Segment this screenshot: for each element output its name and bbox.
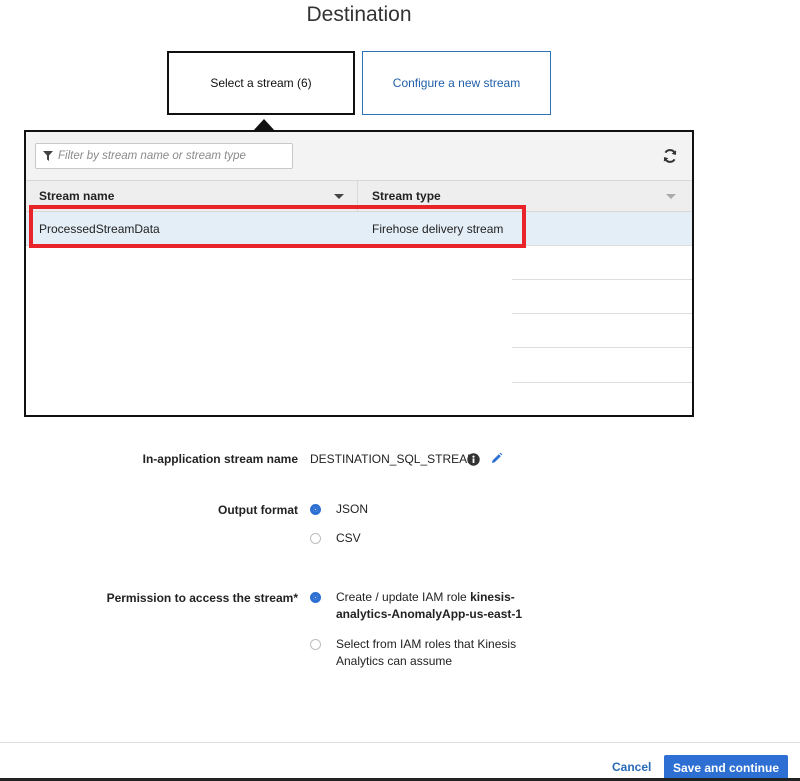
stream-name-value: DESTINATION_SQL_STREAM: [310, 452, 478, 466]
select-stream-tab[interactable]: Select a stream (6): [167, 51, 355, 115]
row-divider: [512, 279, 692, 280]
iam-role-name: analytics-AnomalyApp-us-east-1: [336, 607, 523, 621]
permission-select-text: Select from IAM roles that Kinesis: [336, 637, 517, 651]
column-header-label: Stream type: [372, 189, 441, 203]
iam-role-name: kinesis-: [470, 590, 515, 604]
output-json-label[interactable]: JSON: [336, 501, 368, 518]
page-title: Destination: [306, 3, 412, 26]
filter-input[interactable]: [58, 150, 278, 162]
stream-name-label: In-application stream name: [142, 452, 298, 466]
output-csv-label[interactable]: CSV: [336, 530, 361, 547]
output-format-label: Output format: [218, 503, 298, 517]
refresh-icon[interactable]: [662, 148, 678, 164]
row-divider: [512, 313, 692, 314]
edit-pencil-icon[interactable]: [490, 452, 503, 465]
column-header-label: Stream name: [39, 189, 115, 203]
highlight-annotation: [29, 205, 526, 248]
permission-select-text: Analytics can assume: [336, 654, 453, 668]
panel-toolbar: [26, 132, 692, 180]
cancel-button[interactable]: Cancel: [612, 760, 651, 774]
permission-create-radio[interactable]: [310, 592, 321, 603]
output-json-radio[interactable]: [310, 504, 321, 515]
permission-label: Permission to access the stream*: [106, 591, 298, 605]
row-divider: [512, 382, 692, 383]
permission-select-radio[interactable]: [310, 639, 321, 650]
sort-caret-icon: [666, 194, 676, 199]
row-divider: [512, 347, 692, 348]
footer-divider: [0, 742, 800, 743]
permission-select-label[interactable]: Select from IAM roles that Kinesis Analy…: [336, 636, 516, 670]
sort-caret-icon: [334, 194, 344, 199]
filter-box[interactable]: [35, 143, 293, 169]
output-csv-radio[interactable]: [310, 533, 321, 544]
permission-create-label[interactable]: Create / update IAM role kinesis- analyt…: [336, 589, 522, 623]
permission-create-text: Create / update IAM role: [336, 590, 471, 604]
configure-new-stream-tab[interactable]: Configure a new stream: [362, 51, 551, 115]
stream-list-panel: Stream name Stream type ProcessedStreamD…: [24, 130, 694, 417]
info-icon[interactable]: [467, 453, 480, 466]
filter-icon: [43, 151, 53, 161]
